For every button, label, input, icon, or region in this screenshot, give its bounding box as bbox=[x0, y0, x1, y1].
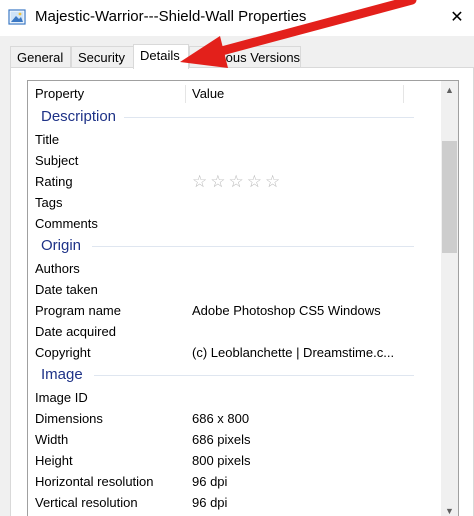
table-row[interactable]: Tags bbox=[28, 192, 424, 213]
property-name: Authors bbox=[35, 261, 80, 276]
table-row[interactable]: Title bbox=[28, 129, 424, 150]
table-row[interactable]: Dimensions 686 x 800 bbox=[28, 408, 424, 429]
image-file-icon bbox=[8, 9, 26, 25]
property-name: Vertical resolution bbox=[35, 495, 138, 510]
title-bar[interactable]: Majestic-Warrior---Shield-Wall Propertie… bbox=[0, 0, 474, 36]
property-name: Dimensions bbox=[35, 411, 103, 426]
property-name: Width bbox=[35, 432, 69, 447]
list-header: Property Value bbox=[28, 81, 424, 105]
table-row[interactable]: Comments bbox=[28, 213, 424, 234]
table-row[interactable]: Copyright (c) Leoblanchette | Dreamstime… bbox=[28, 342, 424, 363]
group-header-origin[interactable]: Origin bbox=[28, 234, 424, 258]
group-header-image[interactable]: Image bbox=[28, 363, 424, 387]
property-name: Title bbox=[35, 132, 60, 147]
table-row[interactable]: Horizontal resolution 96 dpi bbox=[28, 471, 424, 492]
property-name: Horizontal resolution bbox=[35, 474, 154, 489]
tab-details[interactable]: Details bbox=[133, 44, 189, 69]
table-row[interactable]: Date acquired bbox=[28, 321, 424, 342]
property-name: Date taken bbox=[35, 282, 98, 297]
table-row[interactable]: Height 800 pixels bbox=[28, 450, 424, 471]
table-row[interactable]: Width 686 pixels bbox=[28, 429, 424, 450]
column-header-property[interactable]: Property bbox=[35, 81, 84, 105]
tab-general[interactable]: General bbox=[10, 46, 71, 67]
group-label: Image bbox=[41, 366, 83, 383]
property-name: Height bbox=[35, 453, 73, 468]
column-separator[interactable] bbox=[403, 85, 404, 103]
rating-stars[interactable]: ☆☆☆☆☆ bbox=[192, 171, 283, 192]
table-row[interactable]: Image ID bbox=[28, 387, 424, 408]
property-value: 686 x 800 bbox=[192, 411, 250, 426]
group-divider bbox=[124, 117, 414, 118]
property-name: Date acquired bbox=[35, 324, 116, 339]
vertical-scrollbar[interactable]: ▲ ▼ bbox=[441, 81, 458, 516]
properties-window: Majestic-Warrior---Shield-Wall Propertie… bbox=[0, 0, 474, 516]
scroll-down-icon[interactable]: ▼ bbox=[441, 502, 458, 516]
scroll-thumb[interactable] bbox=[442, 141, 457, 253]
table-row[interactable]: Program name Adobe Photoshop CS5 Windows bbox=[28, 300, 424, 321]
table-row[interactable]: Subject bbox=[28, 150, 424, 171]
property-value: 96 dpi bbox=[192, 474, 228, 489]
property-value: 96 dpi bbox=[192, 495, 228, 510]
table-row[interactable]: Date taken bbox=[28, 279, 424, 300]
property-value: Adobe Photoshop CS5 Windows bbox=[192, 303, 381, 318]
property-name: Comments bbox=[35, 216, 98, 231]
group-header-description[interactable]: Description bbox=[28, 105, 424, 129]
property-name: Rating bbox=[35, 174, 73, 189]
close-button[interactable]: ✕ bbox=[440, 0, 474, 34]
group-label: Origin bbox=[41, 237, 82, 254]
tab-previous-versions[interactable]: Previous Versions bbox=[189, 46, 301, 67]
property-name: Copyright bbox=[35, 345, 91, 360]
tab-security[interactable]: Security bbox=[71, 46, 134, 67]
column-separator[interactable] bbox=[185, 85, 186, 103]
list-rows: Description Title Subject Rating ☆☆☆☆☆ T… bbox=[28, 105, 424, 513]
property-name: Tags bbox=[35, 195, 63, 210]
dialog-body: General Security Details Previous Versio… bbox=[0, 36, 474, 516]
group-divider bbox=[92, 246, 414, 247]
property-value: (c) Leoblanchette | Dreamstime.c... bbox=[192, 345, 395, 360]
property-name: Subject bbox=[35, 153, 79, 168]
property-name: Program name bbox=[35, 303, 121, 318]
group-label: Description bbox=[41, 108, 117, 125]
property-value: 686 pixels bbox=[192, 432, 251, 447]
group-divider bbox=[94, 375, 414, 376]
column-header-value[interactable]: Value bbox=[192, 81, 224, 105]
properties-list[interactable]: Property Value Description Title Subject… bbox=[27, 80, 459, 516]
scroll-up-icon[interactable]: ▲ bbox=[441, 81, 458, 98]
details-panel: Property Value Description Title Subject… bbox=[10, 67, 474, 516]
table-row[interactable]: Rating ☆☆☆☆☆ bbox=[28, 171, 424, 192]
property-name: Image ID bbox=[35, 390, 88, 405]
window-title: Majestic-Warrior---Shield-Wall Propertie… bbox=[35, 8, 307, 25]
table-row[interactable]: Authors bbox=[28, 258, 424, 279]
table-row[interactable]: Vertical resolution 96 dpi bbox=[28, 492, 424, 513]
property-value: 800 pixels bbox=[192, 453, 251, 468]
